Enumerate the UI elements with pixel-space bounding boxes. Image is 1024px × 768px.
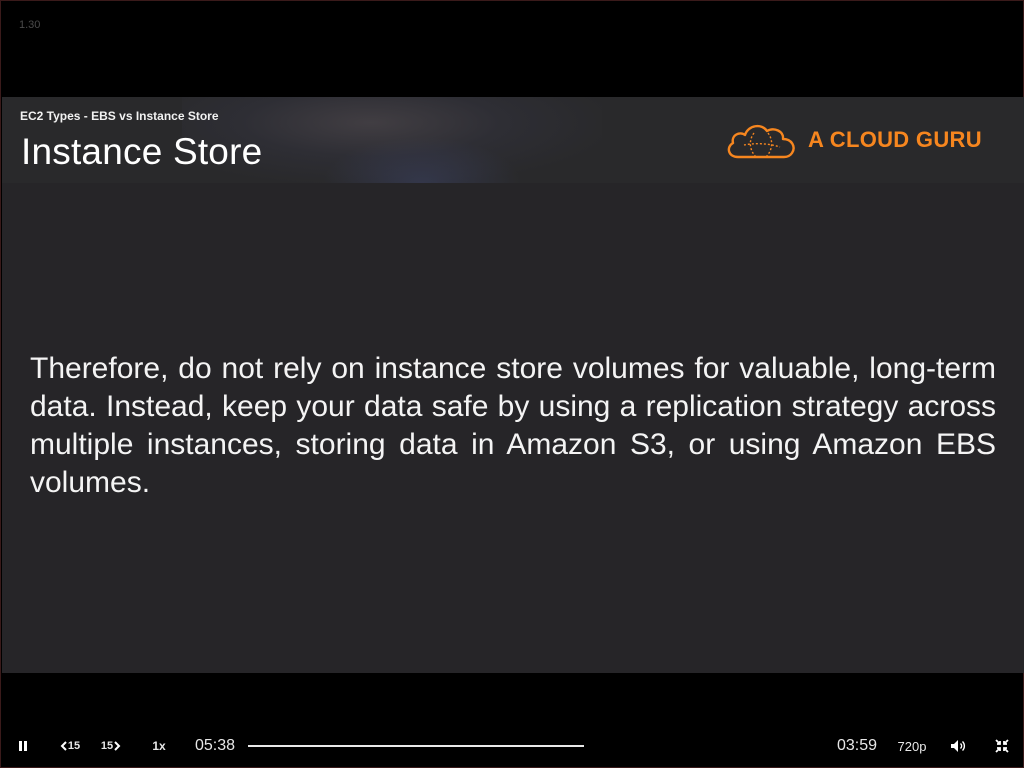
rewind-label: 15 xyxy=(67,740,81,752)
rewind-15-button[interactable]: 15 xyxy=(57,731,83,761)
chevron-left-icon xyxy=(60,741,67,751)
elapsed-time: 05:38 xyxy=(194,737,236,754)
remaining-time: 03:59 xyxy=(836,737,878,754)
progress-fill xyxy=(248,745,584,747)
slide-title: Instance Store xyxy=(21,131,263,172)
volume-icon xyxy=(951,740,966,752)
slide-subtitle: EC2 Types - EBS vs Instance Store xyxy=(20,109,219,123)
volume-button[interactable] xyxy=(947,731,969,761)
video-player[interactable]: 1.30 EC2 Types - EBS vs Instance Store I… xyxy=(0,0,1024,768)
exit-fullscreen-icon xyxy=(995,739,1009,753)
slide-frame: EC2 Types - EBS vs Instance Store Instan… xyxy=(2,97,1024,673)
player-version: 1.30 xyxy=(19,19,41,31)
pause-button[interactable] xyxy=(13,731,33,761)
progress-bar[interactable] xyxy=(248,745,584,747)
quality-button[interactable]: 720p xyxy=(895,731,929,761)
playback-speed-button[interactable]: 1x xyxy=(149,731,169,761)
a-cloud-guru-logo: A CLOUD GURU xyxy=(724,117,1004,165)
forward-15-button[interactable]: 15 xyxy=(98,731,124,761)
presenter-shirt xyxy=(322,137,522,183)
chevron-right-icon xyxy=(114,741,121,751)
exit-fullscreen-button[interactable] xyxy=(991,731,1013,761)
slide-header: EC2 Types - EBS vs Instance Store Instan… xyxy=(2,97,1024,183)
player-controls: 15 15 1x 05:38 03:59 720p xyxy=(1,731,1023,761)
pause-icon xyxy=(18,741,28,751)
slide-body-text: Therefore, do not rely on instance store… xyxy=(30,352,996,499)
forward-label: 15 xyxy=(100,740,114,752)
cloud-logo-icon xyxy=(727,124,795,159)
logo-text: A CLOUD GURU xyxy=(808,127,982,152)
